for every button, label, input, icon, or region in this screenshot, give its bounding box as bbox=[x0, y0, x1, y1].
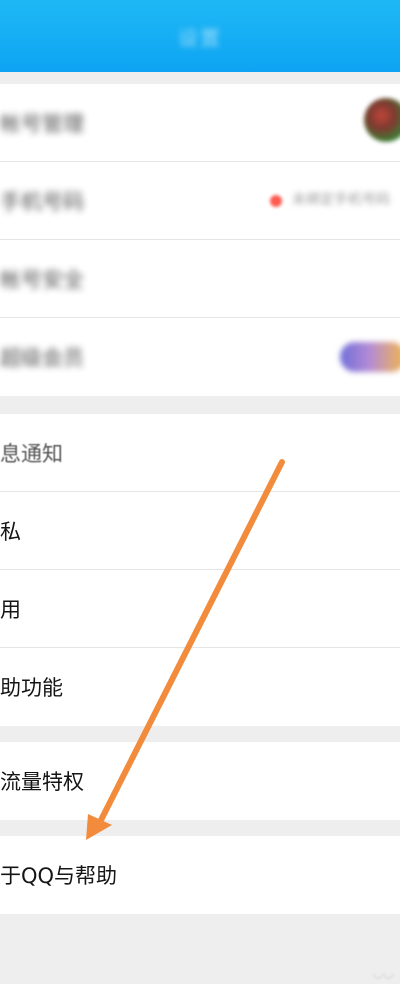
phone-number-row[interactable]: 手机号码 未绑定手机号码 bbox=[0, 162, 400, 240]
phone-number-label: 手机号码 bbox=[0, 189, 84, 214]
avatar[interactable] bbox=[364, 98, 400, 142]
status-dot bbox=[270, 195, 282, 207]
message-notification-label: 息通知 bbox=[0, 441, 63, 466]
phone-status-text: 未绑定手机号码 bbox=[292, 192, 390, 208]
watermark-icon: ◡◡ bbox=[373, 966, 394, 980]
settings-group: 息通知 私 用 助功能 bbox=[0, 414, 400, 726]
privacy-row[interactable]: 私 bbox=[0, 492, 400, 570]
account-security-label: 帐号安全 bbox=[0, 267, 84, 292]
account-management-row[interactable]: 帐号管理 bbox=[0, 84, 400, 162]
super-vip-label: 超级会员 bbox=[0, 346, 84, 370]
account-management-label: 帐号管理 bbox=[0, 111, 84, 136]
traffic-group: 流量特权 bbox=[0, 742, 400, 820]
accessibility-label: 助功能 bbox=[0, 676, 63, 700]
account-group: 帐号管理 手机号码 未绑定手机号码 帐号安全 超级会员 bbox=[0, 84, 400, 396]
message-notification-row[interactable]: 息通知 bbox=[0, 414, 400, 492]
vip-badge-icon bbox=[340, 342, 400, 372]
traffic-privilege-row[interactable]: 流量特权 bbox=[0, 742, 400, 820]
page-title: 设置 bbox=[178, 25, 222, 50]
privacy-label: 私 bbox=[0, 519, 21, 544]
traffic-privilege-label: 流量特权 bbox=[0, 770, 84, 794]
super-vip-row[interactable]: 超级会员 bbox=[0, 318, 400, 396]
account-security-row[interactable]: 帐号安全 bbox=[0, 240, 400, 318]
accessibility-row[interactable]: 助功能 bbox=[0, 648, 400, 726]
top-nav-bar: 设置 bbox=[0, 0, 400, 72]
general-label: 用 bbox=[0, 597, 21, 622]
general-row[interactable]: 用 bbox=[0, 570, 400, 648]
about-qq-help-row[interactable]: 于QQ与帮助 bbox=[0, 836, 400, 914]
about-qq-help-label: 于QQ与帮助 bbox=[0, 864, 118, 888]
about-group: 于QQ与帮助 bbox=[0, 836, 400, 914]
